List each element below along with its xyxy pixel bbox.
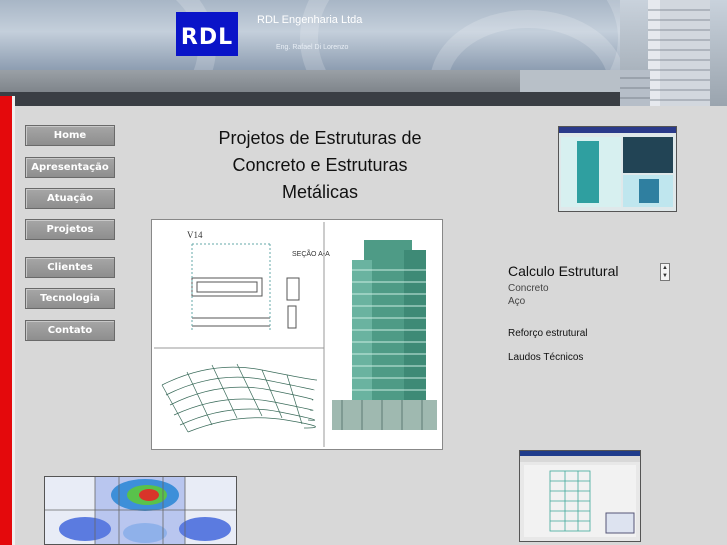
page-title: Projetos de Estruturas de Concreto e Est… bbox=[190, 125, 450, 206]
software-screenshot-thumbnail[interactable] bbox=[558, 126, 677, 212]
accent-strip-border bbox=[12, 96, 15, 545]
company-name: RDL Engenharia Ltda bbox=[257, 14, 363, 26]
link-laudos-tecnicos[interactable]: Laudos Técnicos bbox=[508, 352, 583, 363]
accent-strip bbox=[0, 96, 12, 545]
nav-button-projetos[interactable]: Projetos bbox=[25, 219, 115, 240]
title-line: Concreto e Estruturas bbox=[232, 155, 408, 175]
nav-button-contato[interactable]: Contato bbox=[25, 320, 115, 341]
nav-button-clientes[interactable]: Clientes bbox=[25, 257, 115, 278]
page-header bbox=[0, 0, 727, 70]
svg-text:V14: V14 bbox=[187, 230, 203, 240]
logo[interactable]: RDL bbox=[176, 12, 238, 56]
link-reforco-estrutural[interactable]: Reforço estrutural bbox=[508, 328, 587, 339]
building-photo bbox=[620, 0, 727, 106]
title-line: Metálicas bbox=[281, 182, 359, 202]
arrow-up-icon[interactable]: ▲ bbox=[661, 264, 669, 272]
sub-item-concreto[interactable]: Concreto bbox=[508, 283, 549, 294]
stress-analysis-thumbnail[interactable] bbox=[44, 476, 237, 545]
svg-text:SEÇÃO A-A: SEÇÃO A-A bbox=[292, 249, 330, 258]
sub-item-aco[interactable]: Aço bbox=[508, 296, 525, 307]
nav-button-atuacao[interactable]: Atuação bbox=[25, 188, 115, 209]
nav-button-home[interactable]: Home bbox=[25, 125, 115, 146]
software-screenshot-thumbnail-2[interactable] bbox=[519, 450, 641, 542]
arrow-down-icon[interactable]: ▼ bbox=[661, 272, 669, 280]
title-line: Projetos de Estruturas de bbox=[218, 128, 422, 148]
header-bar bbox=[0, 70, 520, 92]
main-project-image: V14 SEÇÃO A-A bbox=[151, 219, 443, 450]
nav-button-tecnologia[interactable]: Tecnologia bbox=[25, 288, 115, 309]
calc-estrutural-heading: Calculo Estrutural bbox=[508, 263, 619, 279]
header-bar-light bbox=[520, 70, 620, 92]
engineer-name: Eng. Rafael Di Lorenzo bbox=[276, 44, 349, 51]
nav-button-apresentacao[interactable]: Apresentação bbox=[25, 157, 115, 178]
scroll-control[interactable]: ▲ ▼ bbox=[660, 263, 670, 281]
header-bar-dark bbox=[0, 92, 620, 106]
